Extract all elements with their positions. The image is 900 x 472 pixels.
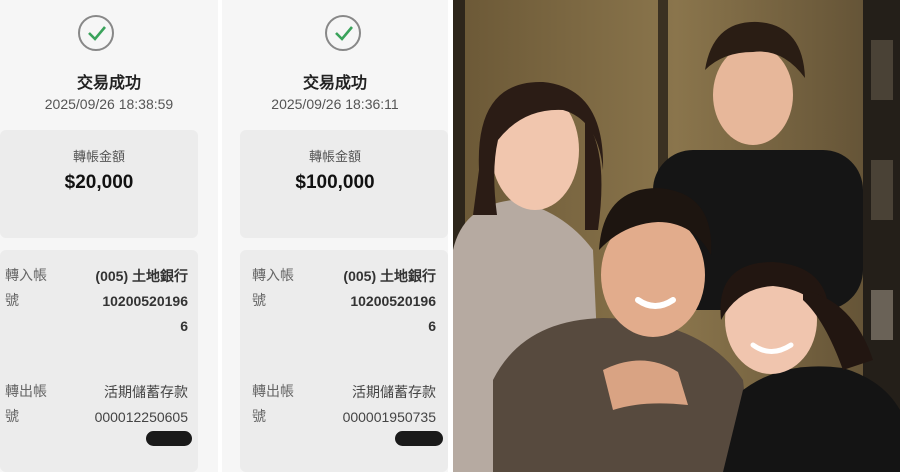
group-photo-illustration: [453, 0, 900, 472]
payee-account-number-cont: 6: [428, 318, 436, 334]
payee-bank: (005) 土地銀行: [95, 268, 188, 284]
transfer-amount: $20,000: [64, 172, 134, 193]
transfer-amount: $100,000: [295, 172, 375, 193]
amount-label: 轉帳金額: [72, 150, 125, 165]
group-photo: [453, 0, 900, 472]
success-check-icon: [325, 15, 361, 51]
payer-account-label-cont: 號: [252, 409, 266, 425]
transfer-receipt-1: 交易成功 2025/09/26 18:38:59 轉帳金額 $20,000 轉入…: [0, 0, 218, 472]
transfer-receipt-2: 交易成功 2025/09/26 18:36:11 轉帳金額 $100,000 轉…: [222, 0, 448, 472]
payee-account-number-cont: 6: [180, 318, 188, 334]
payee-account-label: 轉入帳: [5, 268, 47, 284]
payer-account-label: 轉出帳: [252, 384, 294, 400]
transaction-status: 交易成功: [302, 73, 367, 92]
payer-account-label: 轉出帳: [5, 384, 47, 400]
transaction-datetime: 2025/09/26 18:38:59: [44, 96, 174, 112]
transaction-datetime: 2025/09/26 18:36:11: [271, 96, 399, 112]
payer-account-label-cont: 號: [5, 409, 19, 425]
redaction-scribble: [146, 431, 192, 446]
payee-account-number: 10200520196: [350, 293, 436, 309]
success-check-icon: [78, 15, 114, 51]
transaction-status: 交易成功: [76, 73, 141, 92]
payer-account-type: 活期儲蓄存款: [352, 384, 436, 400]
payee-account-number: 10200520196: [102, 293, 188, 309]
payee-account-label-cont: 號: [252, 293, 266, 309]
payee-bank: (005) 土地銀行: [343, 268, 436, 284]
payer-account-type: 活期儲蓄存款: [104, 384, 188, 400]
redaction-scribble: [395, 431, 443, 446]
amount-label: 轉帳金額: [308, 150, 361, 165]
payer-account-number: 000012250605: [94, 409, 188, 425]
payee-account-label: 轉入帳: [252, 268, 294, 284]
payer-account-number: 000001950735: [342, 409, 436, 425]
payee-account-label-cont: 號: [5, 293, 19, 309]
